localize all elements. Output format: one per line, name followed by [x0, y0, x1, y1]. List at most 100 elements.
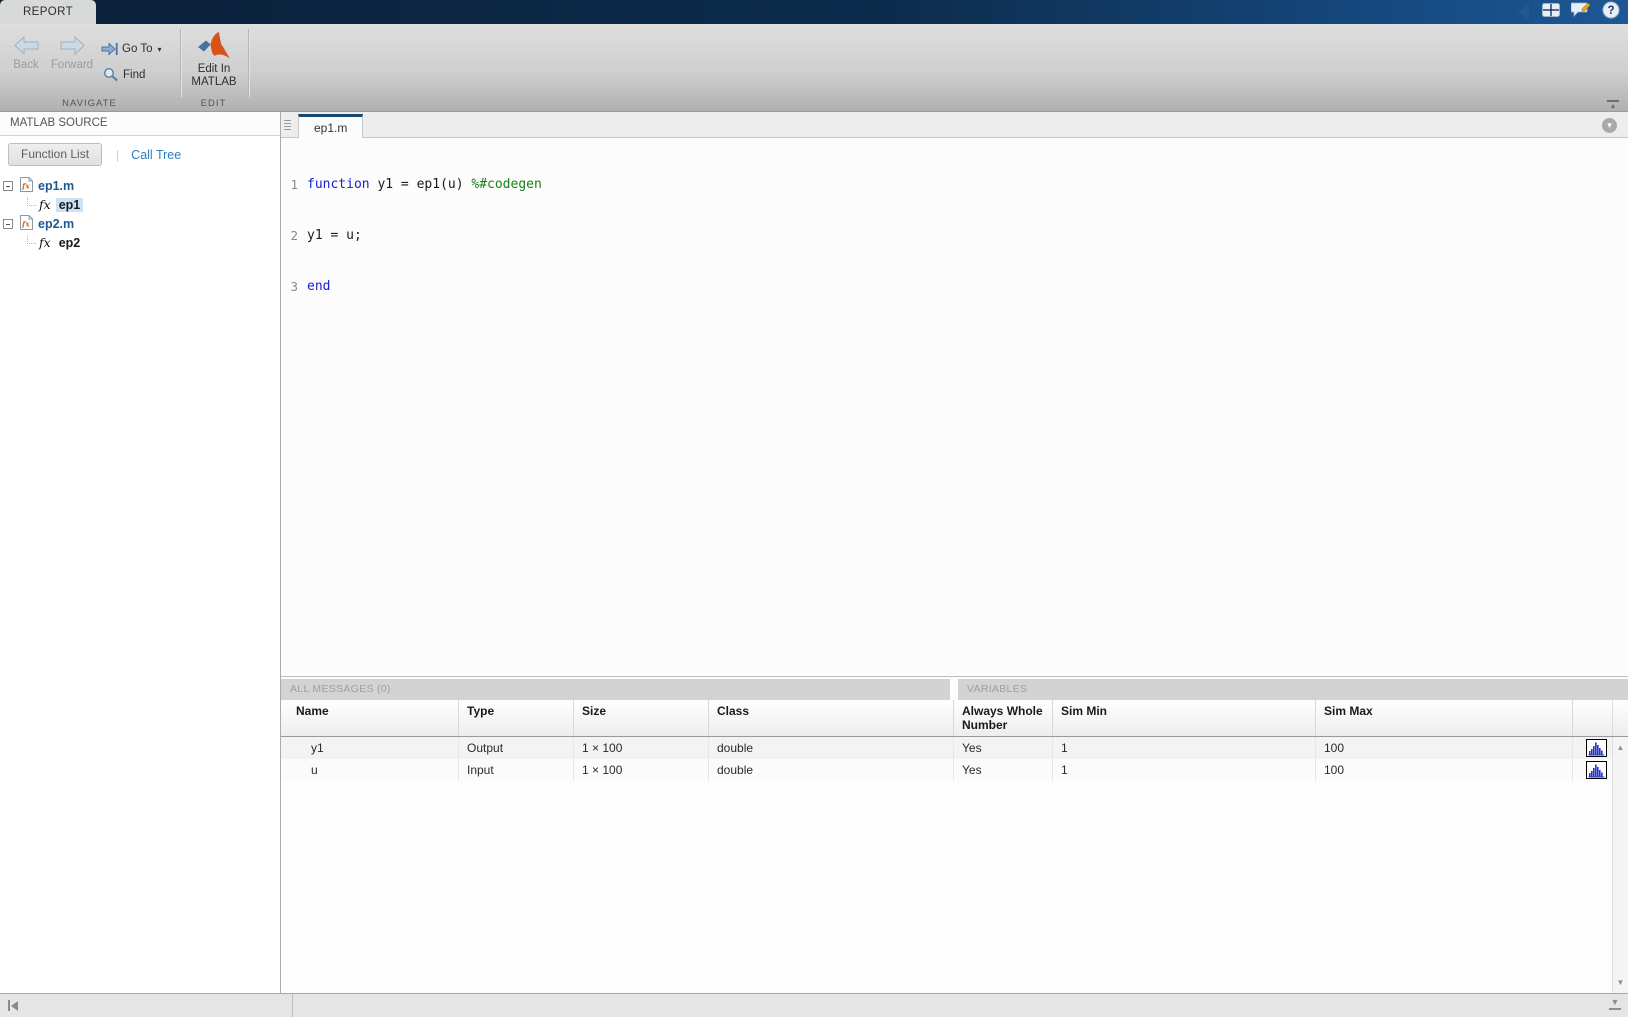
collapse-bottom-panel-button[interactable]: ▼ — [1609, 998, 1621, 1010]
splitter-grip[interactable] — [284, 118, 291, 132]
edit-in-matlab-button[interactable]: Edit In MATLAB — [181, 31, 247, 89]
matlab-logo-icon — [198, 32, 230, 59]
tree-file-ep1[interactable]: fx ep1.m — [0, 176, 280, 195]
minimize-toolstrip-button[interactable]: ▲ — [1607, 100, 1619, 110]
tree-file-label[interactable]: ep1.m — [38, 179, 74, 193]
cell-size: 1 × 100 — [574, 759, 709, 781]
col-header-class: Class — [709, 700, 954, 736]
tree-function-ep1[interactable]: fx ep1 — [0, 195, 280, 214]
goto-label: Go To — [122, 43, 153, 55]
banner-chevron-decoration — [1518, 3, 1529, 21]
cell-name: y1 — [281, 737, 459, 759]
tree-connector — [27, 234, 36, 244]
feedback-icon[interactable] — [1570, 2, 1591, 23]
find-button[interactable]: Find — [103, 67, 145, 82]
table-row-y1[interactable]: y1 Output 1 × 100 double Yes 1 100 — [281, 737, 1612, 759]
tab-ep1m[interactable]: ep1.m — [298, 114, 364, 138]
cell-sim-min: 1 — [1053, 737, 1316, 759]
tree-file-label[interactable]: ep2.m — [38, 217, 74, 231]
matlab-source-panel: MATLAB SOURCE Function List | Call Tree … — [0, 112, 281, 993]
tree-function-ep2[interactable]: fx ep2 — [0, 233, 280, 252]
col-header-type: Type — [459, 700, 574, 736]
forward-label: Forward — [50, 59, 94, 71]
cell-sim-max: 100 — [1316, 737, 1573, 759]
col-header-spacer — [1612, 700, 1628, 736]
col-header-name: Name — [281, 700, 459, 736]
code-pragma: %#codegen — [471, 177, 542, 192]
col-header-sim-max: Sim Max — [1316, 700, 1573, 736]
tree-function-label[interactable]: ep1 — [55, 197, 84, 212]
tab-report[interactable]: REPORT — [0, 0, 96, 24]
statusbar-divider — [292, 994, 293, 1017]
tree-function-label[interactable]: ep2 — [56, 236, 84, 250]
code-text: y1 = u; — [307, 228, 362, 243]
matlab-file-icon: fx — [20, 214, 33, 233]
cell-class: double — [709, 759, 954, 781]
histogram-icon[interactable] — [1573, 759, 1612, 781]
chevron-down-icon: ▾ — [1607, 120, 1612, 130]
col-header-size: Size — [574, 700, 709, 736]
code-line: 2 y1 = u; — [281, 227, 1628, 244]
group-separator — [248, 29, 249, 97]
title-band: REPORT ? — [0, 0, 1628, 24]
status-bar: ▼ — [0, 993, 1628, 1017]
table-row-u[interactable]: u Input 1 × 100 double Yes 1 100 — [281, 759, 1612, 781]
tree-connector — [27, 196, 36, 206]
section-label-navigate: NAVIGATE — [0, 97, 180, 111]
find-label: Find — [123, 68, 146, 81]
call-tree-tab[interactable]: Call Tree — [131, 148, 181, 162]
cell-always-whole-number: Yes — [954, 737, 1053, 759]
variables-header: VARIABLES — [958, 679, 1628, 700]
scroll-up-icon[interactable]: ▲ — [1613, 743, 1628, 752]
code-line: 3 end — [281, 278, 1628, 295]
cell-name: u — [281, 759, 459, 781]
fx-icon: fx — [39, 197, 51, 212]
help-icon[interactable]: ? — [1602, 1, 1620, 24]
editor-tabstrip: ep1.m ▾ — [281, 112, 1628, 138]
back-label: Back — [13, 59, 39, 71]
table-scrollbar[interactable]: ▲ ▼ — [1612, 737, 1628, 993]
code-line: 1 function y1 = ep1(u) %#codegen — [281, 176, 1628, 193]
edit-in-matlab-label-line2: MATLAB — [191, 76, 237, 88]
code-keyword: function — [307, 177, 370, 192]
layout-icon[interactable] — [1542, 2, 1560, 22]
toolstrip: Back Forward Go To ▾ Find Edit In MATLAB… — [0, 24, 1628, 112]
cell-size: 1 × 100 — [574, 737, 709, 759]
collapse-down-icon: ▼ — [1610, 997, 1620, 1007]
svg-text:fx: fx — [21, 181, 30, 190]
cell-class: double — [709, 737, 954, 759]
collapse-left-icon — [11, 1000, 18, 1011]
collapse-node-icon[interactable] — [3, 218, 13, 229]
function-list-tab[interactable]: Function List — [8, 143, 103, 166]
function-tree: fx ep1.m fx ep1 fx ep2.m fx ep2 — [0, 172, 280, 252]
scroll-down-icon[interactable]: ▼ — [1613, 978, 1628, 987]
variables-table-header: Name Type Size Class Always Whole Number… — [281, 700, 1628, 737]
goto-button[interactable]: Go To ▾ — [101, 42, 162, 56]
code-keyword: end — [307, 279, 331, 294]
collapse-sidebar-button[interactable] — [8, 1000, 18, 1011]
tab-overflow-button[interactable]: ▾ — [1602, 118, 1617, 133]
cell-always-whole-number: Yes — [954, 759, 1053, 781]
fx-icon: fx — [39, 235, 51, 250]
forward-button[interactable]: Forward — [48, 35, 96, 72]
search-icon — [103, 67, 118, 82]
svg-text:fx: fx — [21, 219, 30, 228]
goto-icon — [101, 42, 118, 56]
cell-type: Input — [459, 759, 574, 781]
col-header-always-whole-number: Always Whole Number — [954, 700, 1053, 736]
cell-type: Output — [459, 737, 574, 759]
code-text: y1 = ep1(u) — [369, 177, 472, 192]
matlab-file-icon: fx — [20, 176, 33, 195]
all-messages-header: ALL MESSAGES (0) — [281, 679, 950, 700]
section-label-edit: EDIT — [180, 97, 248, 111]
histogram-icon[interactable] — [1573, 737, 1612, 759]
goto-caret-icon: ▾ — [157, 44, 162, 54]
back-button[interactable]: Back — [6, 35, 46, 72]
cell-sim-max: 100 — [1316, 759, 1573, 781]
code-view: 1 function y1 = ep1(u) %#codegen 2 y1 = u;… — [281, 138, 1628, 676]
bottom-panel: ALL MESSAGES (0) VARIABLES Name Type Siz… — [281, 676, 1628, 993]
forward-arrow-icon — [60, 35, 85, 56]
tree-file-ep2[interactable]: fx ep2.m — [0, 214, 280, 233]
collapse-node-icon[interactable] — [3, 180, 13, 191]
line-number: 1 — [290, 177, 298, 192]
